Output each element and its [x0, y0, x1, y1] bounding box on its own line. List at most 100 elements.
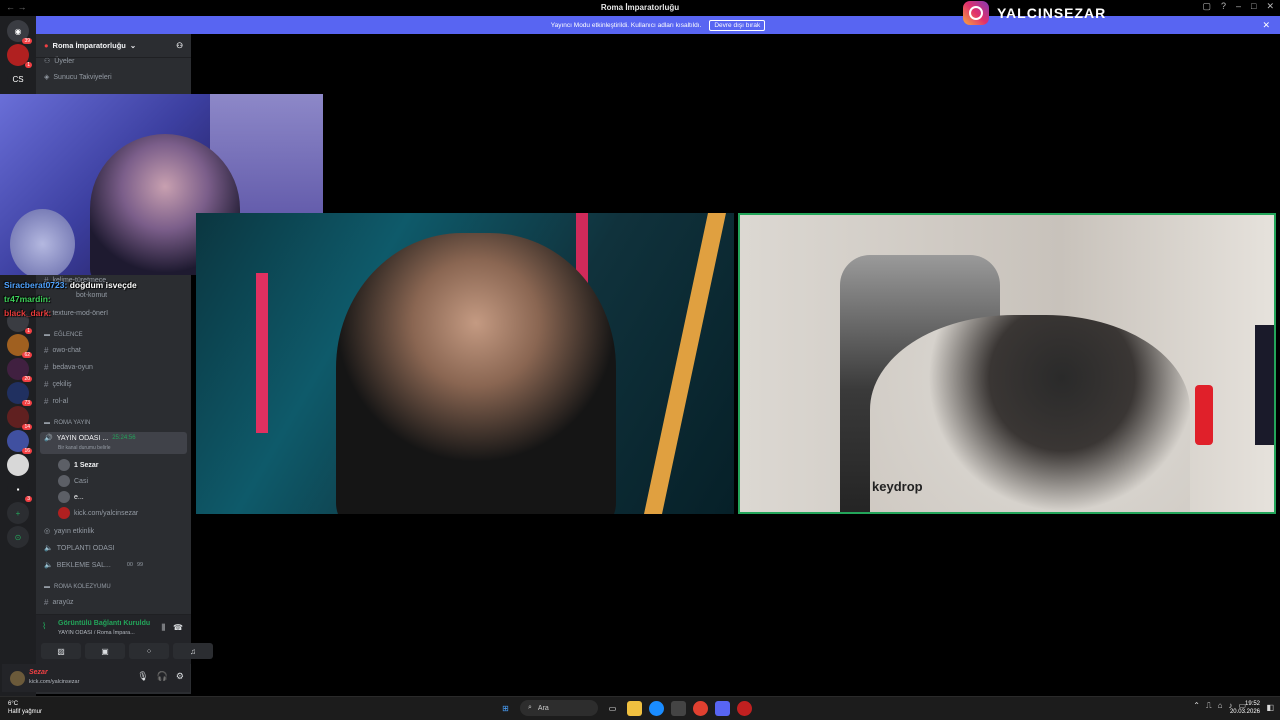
speaker-icon: 🔈	[44, 562, 53, 569]
add-member-icon[interactable]: ⚇	[176, 41, 183, 50]
task-view-icon[interactable]: ▭	[605, 701, 620, 716]
close-banner-icon[interactable]: ✕	[1262, 20, 1270, 31]
server-icon[interactable]: 1	[7, 44, 32, 68]
shirt-logo: keydrop	[872, 479, 923, 494]
hash-icon: #	[44, 397, 49, 406]
disable-streamer-mode-button[interactable]: Devre dışı bırak	[709, 19, 766, 31]
file-explorer-icon[interactable]	[627, 700, 642, 716]
close-icon[interactable]: ✕	[1266, 1, 1274, 12]
user-controls: 🎙 🎧 ⚙	[137, 671, 184, 682]
voice-location[interactable]: YAYIN ODASI / Roma İmpara...	[58, 630, 135, 636]
channel-bedava[interactable]: # bedava-oyun	[44, 363, 93, 372]
headphones-icon[interactable]: 🎧	[157, 671, 168, 682]
hash-icon: #	[44, 363, 49, 372]
chevron-up-icon[interactable]: ⌃	[1193, 701, 1200, 711]
microphone	[1195, 385, 1213, 445]
voice-user[interactable]: 1 Sezar	[58, 459, 99, 471]
voice-user[interactable]: Casi	[58, 475, 88, 487]
monitor	[1255, 325, 1274, 445]
category-icon: ▬	[44, 584, 50, 590]
search-icon: ⌕	[528, 704, 532, 711]
server-icon[interactable]: 14	[7, 406, 32, 430]
add-server-icon[interactable]: +	[7, 502, 29, 524]
server-name: Roma İmparatorluğu	[52, 41, 126, 50]
instagram-icon	[963, 1, 989, 25]
home-icon[interactable]: ◉ 39	[7, 20, 32, 44]
category-kolezyum[interactable]: ▬ ROMA KOLEZYUMU	[44, 584, 111, 590]
voice-status: Görüntülü Bağlantı Kuruldu	[58, 620, 151, 627]
store-icon[interactable]	[671, 700, 686, 716]
window-controls: ▢ ? – □ ✕	[1202, 1, 1274, 12]
channel-yayin-odasi[interactable]: 🔊 YAYIN ODASI ... 25:24:56	[44, 434, 136, 443]
avatar	[58, 507, 70, 519]
screen-share-icon[interactable]: ▣	[85, 643, 125, 659]
settings-icon[interactable]: ⚙	[176, 671, 184, 682]
voice-actions: ▨ ▣ ⁘ ♫	[41, 643, 213, 659]
stage-light	[256, 273, 268, 433]
stage-light	[644, 213, 726, 514]
avatar	[58, 491, 70, 503]
chrome-icon[interactable]	[693, 700, 708, 716]
server-header[interactable]: ● Roma İmparatorluğu ⌄ ⚇	[36, 34, 191, 58]
event-icon: ◎	[44, 528, 51, 535]
microphone-icon[interactable]: 🎙	[137, 671, 148, 682]
server-icon[interactable]: 20	[7, 358, 32, 382]
server-cs[interactable]: CS	[7, 68, 29, 90]
search-box[interactable]: ⌕ Ara	[520, 700, 598, 716]
weather-widget[interactable]: 6°C Hafif yağmur	[8, 700, 42, 716]
network-icon[interactable]: ⌂	[1218, 701, 1223, 711]
instagram-handle: YALCINSEZAR	[997, 5, 1107, 21]
category-roma-yayin[interactable]: ▬ ROMA YAYIN	[44, 420, 90, 426]
category-eglence[interactable]: ▬ EĞLENCE	[44, 332, 83, 338]
channel-owo[interactable]: # owo-chat	[44, 346, 81, 355]
boosts-item[interactable]: ◈ Sunucu Takviyeleri	[44, 73, 112, 82]
edge-icon[interactable]	[649, 700, 664, 716]
minimize-icon[interactable]: –	[1236, 1, 1241, 12]
avatar	[58, 475, 70, 487]
category-icon: ▬	[44, 332, 50, 338]
channel-bekleme[interactable]: 🔈 BEKLEME SAL... 00 99	[44, 561, 143, 570]
voice-user[interactable]: e...	[58, 491, 84, 503]
camera-off-icon[interactable]: ▨	[41, 643, 81, 659]
server-icon[interactable]: 62	[7, 334, 32, 358]
channel-arayuz[interactable]: # arayüz	[44, 598, 73, 607]
disconnect-icon[interactable]: ☎	[173, 623, 183, 632]
soundboard-icon[interactable]: ♫	[173, 643, 213, 659]
help-icon[interactable]: ?	[1221, 1, 1226, 12]
server-icon[interactable]: 16	[7, 430, 32, 454]
speaker-icon: 🔊	[44, 435, 53, 442]
channel-rol[interactable]: # rol-al	[44, 397, 68, 406]
category-icon: ▬	[44, 420, 50, 426]
server-icon[interactable]: 73	[7, 382, 32, 406]
webcam-fan	[10, 209, 75, 275]
usb-icon[interactable]: ⎍	[1206, 701, 1212, 711]
channel-toplanti[interactable]: 🔈 TOPLANTI ODASI	[44, 544, 115, 553]
hash-icon: #	[44, 598, 49, 607]
discord-icon[interactable]	[715, 700, 730, 716]
chat-message: Siracberat0723: doğdum isveçde	[4, 280, 137, 290]
clock[interactable]: 19:52 20.03.2026	[1230, 700, 1260, 716]
banner-text: Yayıncı Modu etkinleştirildi. Kullanıcı …	[550, 21, 702, 29]
video-tile-right[interactable]: keydrop	[738, 213, 1276, 514]
app-icon[interactable]	[737, 700, 752, 716]
notification-icon[interactable]: ◧	[1266, 703, 1274, 712]
voice-user[interactable]: kick.com/yalcinsezar	[58, 507, 138, 519]
inbox-icon[interactable]: ▢	[1202, 1, 1211, 12]
user-status: kick.com/yalcinsezar	[29, 679, 80, 685]
instagram-overlay: YALCINSEZAR	[963, 0, 1106, 26]
activities-icon[interactable]: ⁘	[129, 643, 169, 659]
maximize-icon[interactable]: □	[1251, 1, 1256, 12]
discover-icon[interactable]: ⊙	[7, 526, 29, 548]
channel-cekilis[interactable]: # çekiliş	[44, 380, 72, 389]
start-icon[interactable]: ⊞	[498, 701, 513, 716]
members-item[interactable]: ⚇ Üyeler	[44, 57, 75, 66]
server-icon[interactable]	[7, 454, 29, 476]
signal-icon[interactable]: ⌇	[42, 621, 46, 632]
video-tile-left[interactable]	[196, 213, 734, 514]
channel-status[interactable]: Bir kanal durumu belirle	[58, 445, 111, 451]
channel-yayin-etkinlik[interactable]: ◎ yayın etkinlik	[44, 527, 94, 536]
folder-icon[interactable]: ▪ 3	[7, 478, 32, 502]
avatar[interactable]	[10, 671, 25, 686]
noise-suppression-icon[interactable]: ⫼	[161, 623, 165, 633]
user-panel: Sezar kick.com/yalcinsezar 🎙 🎧 ⚙	[2, 664, 190, 692]
